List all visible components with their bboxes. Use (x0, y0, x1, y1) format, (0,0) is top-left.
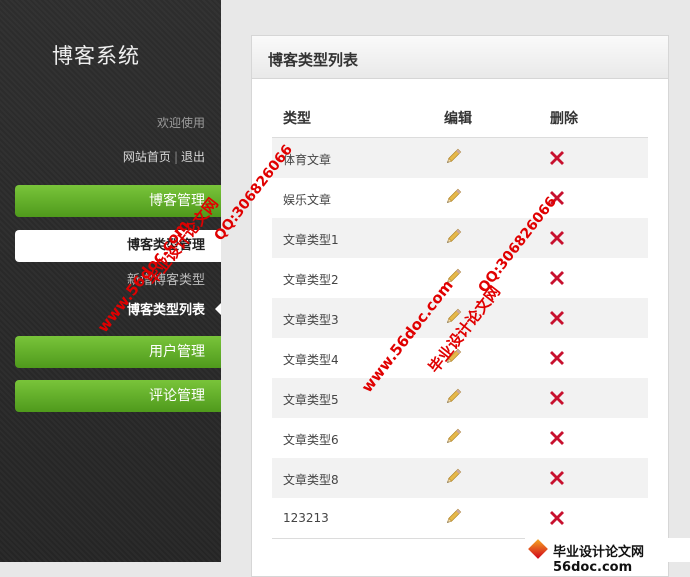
type-name: 文章类型5 (283, 393, 339, 407)
home-link[interactable]: 网站首页 (123, 150, 171, 164)
table-row: 文章类型1 (272, 218, 648, 258)
edit-pencil-icon[interactable] (444, 508, 462, 526)
table-row: 文章类型2 (272, 258, 648, 298)
type-name: 娱乐文章 (283, 193, 332, 207)
delete-x-icon[interactable] (550, 150, 564, 165)
table-header: 类型 编辑 删除 (272, 96, 648, 138)
nav-blog-type-list[interactable]: 博客类型列表 (127, 299, 205, 318)
type-name: 文章类型2 (283, 273, 339, 287)
panel-header: 博客类型列表 (252, 36, 668, 79)
top-links: 网站首页 | 退出 (123, 148, 205, 165)
delete-x-icon[interactable] (550, 470, 564, 485)
column-header-edit: 编辑 (444, 111, 472, 127)
table-row: 文章类型8 (272, 458, 648, 498)
delete-x-icon[interactable] (550, 430, 564, 445)
table-row: 娱乐文章 (272, 178, 648, 218)
type-name: 文章类型3 (283, 313, 339, 327)
table-row: 体育文章 (272, 138, 648, 178)
blog-type-list-panel: 博客类型列表 类型 编辑 删除 体育文章娱乐文章文章类型1 文章类型2 文章类型3 文… (251, 35, 669, 577)
corner-watermark-text: 毕业设计论文网 56doc.com (553, 545, 645, 575)
nav-comment-manage[interactable]: 评论管理 (15, 380, 221, 412)
table-row: 123213 (272, 498, 648, 538)
delete-x-icon[interactable] (550, 510, 564, 525)
column-header-type: 类型 (283, 111, 311, 127)
edit-pencil-icon[interactable] (444, 468, 462, 486)
link-separator: | (173, 150, 178, 164)
column-header-delete: 删除 (550, 111, 578, 127)
logo-mark-icon (528, 539, 548, 559)
edit-pencil-icon[interactable] (444, 228, 462, 246)
active-arrow-indicator (215, 303, 221, 315)
type-name: 文章类型6 (283, 433, 339, 447)
sidebar: 博客系统 欢迎使用 网站首页 | 退出 博客管理 博客类型管理 新增博客类型 博客类… (0, 0, 221, 562)
edit-pencil-icon[interactable] (444, 428, 462, 446)
logout-link[interactable]: 退出 (181, 150, 205, 164)
table-row: 文章类型5 (272, 378, 648, 418)
type-name: 文章类型1 (283, 233, 339, 247)
delete-x-icon[interactable] (550, 230, 564, 245)
corner-watermark-logo: 毕业设计论文网 56doc.com (525, 538, 690, 575)
edit-pencil-icon[interactable] (444, 148, 462, 166)
delete-x-icon[interactable] (550, 350, 564, 365)
type-name: 文章类型4 (283, 353, 339, 367)
panel-title: 博客类型列表 (268, 51, 359, 69)
delete-x-icon[interactable] (550, 270, 564, 285)
delete-x-icon[interactable] (550, 310, 564, 325)
table-row: 文章类型6 (272, 418, 648, 458)
welcome-text: 欢迎使用 (156, 116, 205, 130)
nav-user-manage[interactable]: 用户管理 (15, 336, 221, 368)
type-name: 123213 (283, 511, 329, 525)
type-name: 文章类型8 (283, 473, 339, 487)
edit-pencil-icon[interactable] (444, 388, 462, 406)
app-title: 博客系统 (52, 44, 140, 68)
edit-pencil-icon[interactable] (444, 188, 462, 206)
delete-x-icon[interactable] (550, 390, 564, 405)
